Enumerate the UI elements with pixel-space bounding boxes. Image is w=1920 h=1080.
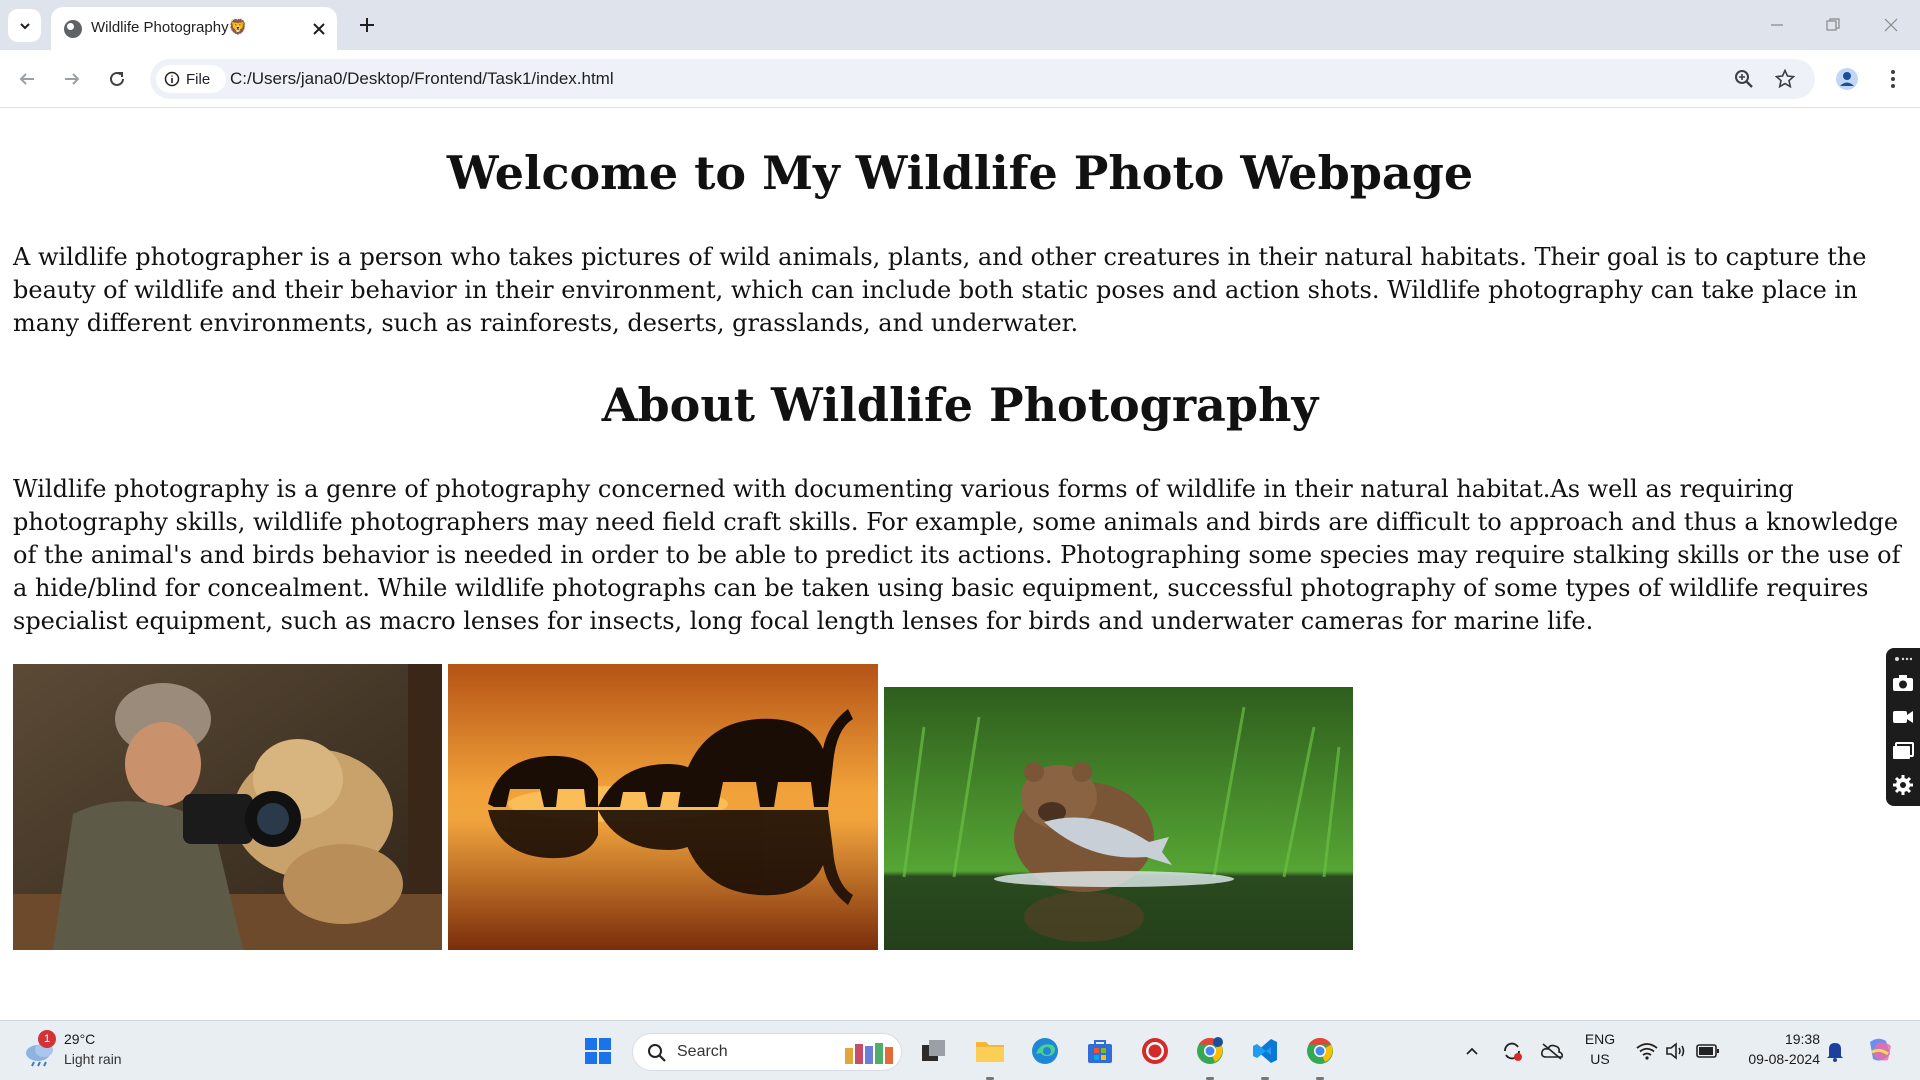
panel-handle-icon[interactable] [1892,652,1914,666]
chrome-profile-button[interactable] [1192,1033,1228,1069]
sync-icon [1504,1042,1522,1061]
elephants-sunset-image [448,664,878,950]
tab-strip: Wildlife Photography🦁 [0,0,1920,50]
language-line2[interactable]: US [1582,1051,1618,1067]
camera-icon[interactable] [1892,672,1914,694]
forward-button[interactable] [57,64,87,94]
clock-time[interactable]: 19:38 [1730,1031,1820,1047]
copilot-icon [1870,1038,1891,1061]
info-icon [164,71,180,87]
chrome-icon [1197,1037,1223,1064]
browser-toolbar: File C:/Users/jana0/Desktop/Frontend/Tas… [0,50,1920,108]
capture-side-panel [1886,648,1920,806]
arrow-right-icon [65,73,80,85]
show-hidden-icons-button[interactable] [1454,1033,1490,1069]
section-heading: About Wildlife Photography [601,378,1319,432]
close-icon [313,23,325,35]
address-bar[interactable]: File C:/Users/jana0/Desktop/Frontend/Tas… [150,59,1815,99]
onedrive-tray-icon[interactable] [1534,1033,1570,1069]
reload-button[interactable] [102,64,132,94]
profile-button[interactable] [1832,64,1862,94]
more-vertical-icon [1891,70,1895,88]
photo-photographer-with-lion [13,664,442,950]
clock-date[interactable]: 09-08-2024 [1730,1051,1820,1067]
minimize-button[interactable] [1766,14,1788,36]
gear-icon[interactable] [1892,774,1914,796]
menu-button[interactable] [1878,64,1908,94]
restore-icon [1826,18,1840,31]
record-icon [1142,1038,1168,1064]
globe-icon [64,20,82,38]
close-icon [1884,18,1898,32]
weather-badge: 1 [38,1030,56,1048]
url-text[interactable]: C:/Users/jana0/Desktop/Frontend/Task1/in… [230,69,614,89]
back-button[interactable] [12,64,42,94]
avatar-icon [1836,68,1858,90]
task-view-icon [922,1040,945,1061]
edge-icon [1032,1038,1058,1064]
chrome-icon [1307,1037,1333,1064]
folder-icon [976,1042,1004,1062]
vscode-button[interactable] [1247,1033,1283,1069]
restore-button[interactable] [1822,14,1844,36]
photo-bear-catching-salmon [884,687,1353,950]
copilot-button[interactable] [1860,1033,1900,1069]
chevron-down-icon [19,22,30,29]
weather-condition: Light rain [64,1051,122,1067]
zoom-icon [1735,70,1753,88]
chevron-up-icon [1466,1047,1478,1055]
gallery-icon[interactable] [1892,740,1914,762]
battery-tray-icon[interactable] [1693,1033,1723,1069]
task-view-button[interactable] [916,1033,952,1069]
search-highlight-icon [845,1043,893,1064]
minimize-icon [1771,24,1783,26]
browser-tab[interactable]: Wildlife Photography🦁 [51,7,337,50]
bookmark-button[interactable] [1773,67,1797,91]
plus-icon [360,18,374,32]
store-icon [1088,1040,1112,1063]
notifications-button[interactable] [1818,1033,1852,1069]
taskbar-search[interactable]: Search [632,1033,902,1071]
start-button[interactable] [580,1033,616,1069]
reload-icon [110,71,124,86]
speaker-icon [1666,1042,1685,1060]
window-close-button[interactable] [1880,14,1902,36]
photographer-lion-image [13,664,442,950]
photo-elephants-at-sunset [448,664,878,950]
edge-button[interactable] [1027,1033,1063,1069]
store-button[interactable] [1082,1033,1118,1069]
tab-search-button[interactable] [8,9,41,42]
file-chip-label: File [186,70,211,88]
vscode-icon [1253,1039,1277,1063]
new-tab-button[interactable] [354,12,380,38]
bell-icon [1827,1043,1843,1062]
zoom-button[interactable] [1732,67,1756,91]
tab-title: Wildlife Photography🦁 [91,19,248,36]
chrome-button[interactable] [1302,1033,1338,1069]
video-camera-icon[interactable] [1892,706,1914,728]
language-line1[interactable]: ENG [1582,1031,1618,1047]
web-page: Welcome to My Wildlife Photo Webpage A w… [0,108,1920,1020]
taskbar: 1 29°C Light rain Search ENG US 19:38 09… [0,1020,1920,1080]
windows-logo-icon [585,1038,611,1064]
site-info-chip[interactable]: File [156,65,226,93]
sync-tray-icon[interactable] [1494,1033,1530,1069]
about-paragraph: Wildlife photography is a genre of photo… [13,475,1901,635]
battery-icon [1696,1044,1719,1058]
recorder-button[interactable] [1137,1033,1173,1069]
wifi-icon [1636,1043,1658,1060]
cloud-off-icon [1541,1043,1563,1060]
search-icon [648,1044,666,1062]
bear-salmon-image [884,687,1353,950]
file-explorer-button[interactable] [972,1033,1008,1069]
close-tab-button[interactable] [309,19,329,39]
search-label: Search [677,1043,728,1060]
arrow-left-icon [19,73,34,85]
star-icon [1775,69,1795,89]
page-heading: Welcome to My Wildlife Photo Webpage [446,146,1474,200]
temperature: 29°C [64,1031,96,1047]
wifi-tray-icon[interactable] [1632,1033,1662,1069]
volume-tray-icon[interactable] [1661,1033,1691,1069]
intro-paragraph: A wildlife photographer is a person who … [13,243,1867,337]
